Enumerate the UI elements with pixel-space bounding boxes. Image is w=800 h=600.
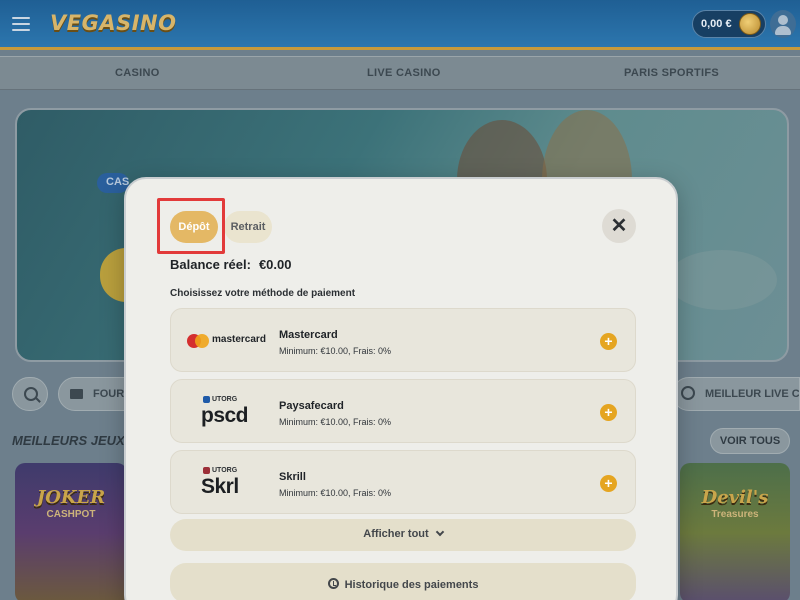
- method-name: Skrill: [279, 471, 306, 483]
- hero-tag[interactable]: CAS: [97, 173, 129, 193]
- nav-item-live-casino[interactable]: LIVE CASINO: [367, 67, 441, 79]
- main-nav: CASINO LIVE CASINO PARIS SPORTIFS: [0, 56, 800, 90]
- choose-method-label: Choisissez votre méthode de paiement: [170, 288, 356, 299]
- real-balance: Balance réel: €0.00: [170, 257, 291, 272]
- top-bar: VEGASINO 0,00 €: [0, 0, 800, 50]
- nav-item-paris-sportifs[interactable]: PARIS SPORTIFS: [624, 67, 719, 79]
- payment-modal: Dépôt Retrait ✕ Balance réel: €0.00 Chois…: [124, 177, 678, 600]
- hero-background-art: [667, 250, 777, 310]
- deposit-tab-highlight: [157, 198, 225, 254]
- user-avatar-icon[interactable]: [770, 10, 796, 38]
- close-icon[interactable]: ✕: [602, 209, 636, 243]
- nav-item-casino[interactable]: CASINO: [115, 67, 160, 79]
- live-icon: [681, 386, 695, 400]
- payment-history-button[interactable]: Historique des paiements: [170, 563, 636, 600]
- game-title: JOKER: [36, 487, 106, 508]
- utorg-logo-text: UTORG: [203, 396, 237, 403]
- game-card-devils-treasures[interactable]: Devil's Treasures: [680, 463, 790, 600]
- payment-method-skrill[interactable]: UTORG Skrl Skrill Minimum: €10.00, Frais…: [170, 450, 636, 514]
- add-icon[interactable]: +: [600, 333, 617, 350]
- show-all-label: Afficher tout: [363, 528, 429, 540]
- payment-method-paysafecard[interactable]: UTORG pscd Paysafecard Minimum: €10.00, …: [170, 379, 636, 443]
- balance-label: Balance réel:: [170, 257, 251, 272]
- payment-history-label: Historique des paiements: [344, 579, 479, 591]
- add-icon[interactable]: +: [600, 404, 617, 421]
- utorg-logo-text: UTORG: [203, 467, 237, 474]
- see-all-games-button[interactable]: VOIR TOUS: [710, 428, 790, 454]
- game-subtitle: Treasures: [711, 509, 759, 520]
- paysafecard-logo-text: pscd: [201, 404, 249, 427]
- method-info: Minimum: €10.00, Frais: 0%: [279, 346, 392, 356]
- game-title: Devil's: [701, 487, 769, 508]
- skrill-logo-text: Skrl: [201, 475, 239, 498]
- search-icon[interactable]: [12, 377, 48, 411]
- method-info: Minimum: €10.00, Frais: 0%: [279, 488, 392, 498]
- coin-icon: [739, 13, 761, 35]
- payment-method-mastercard[interactable]: mastercard Mastercard Minimum: €10.00, F…: [170, 308, 636, 372]
- game-card-joker[interactable]: JOKER CASHPOT: [15, 463, 127, 600]
- method-name: Paysafecard: [279, 400, 344, 412]
- history-icon: [327, 578, 339, 589]
- hamburger-menu-icon[interactable]: [12, 17, 30, 31]
- balance-value: €0.00: [258, 257, 292, 272]
- mastercard-icon: [187, 334, 209, 348]
- method-info: Minimum: €10.00, Frais: 0%: [279, 417, 392, 427]
- game-subtitle: CASHPOT: [46, 509, 96, 520]
- skrill-logo: UTORG Skrl: [183, 463, 265, 503]
- method-name: Mastercard: [279, 329, 338, 341]
- folder-icon: [70, 389, 83, 399]
- site-logo[interactable]: VEGASINO: [50, 11, 176, 35]
- paysafecard-logo: UTORG pscd: [183, 392, 265, 432]
- mastercard-logo-text: mastercard: [212, 334, 266, 345]
- mastercard-logo: mastercard: [183, 321, 266, 361]
- show-all-button[interactable]: Afficher tout: [170, 519, 636, 551]
- chevron-down-icon: [435, 527, 444, 537]
- add-icon[interactable]: +: [600, 475, 617, 492]
- section-title: MEILLEURS JEUX: [12, 433, 125, 448]
- tab-withdraw[interactable]: Retrait: [224, 211, 272, 243]
